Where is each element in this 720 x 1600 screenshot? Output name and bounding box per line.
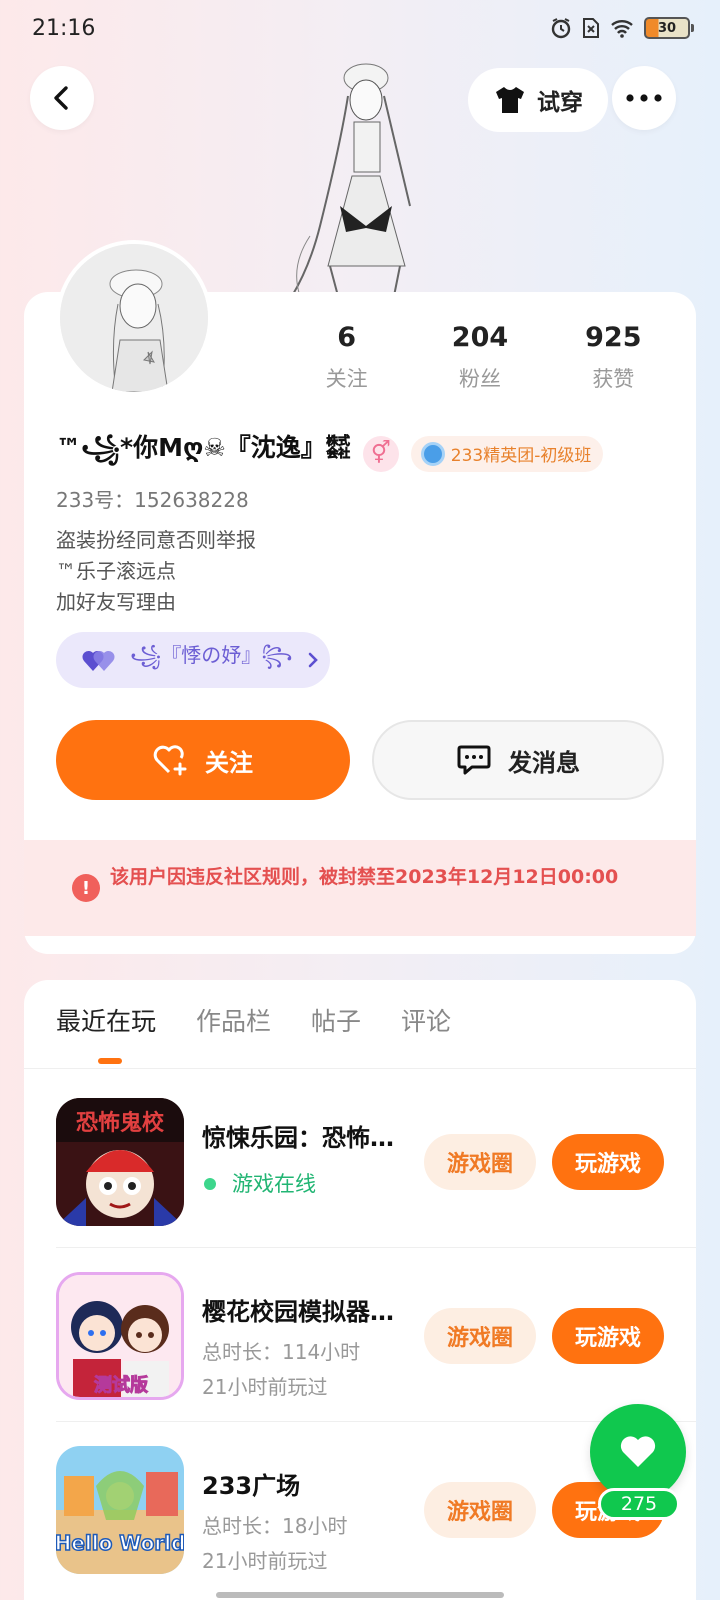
status-time: 21:16 [32, 15, 96, 41]
stat-following[interactable]: 6 关注 [280, 322, 413, 393]
bio-line: 盗装扮经同意否则举报 [56, 528, 256, 552]
game-icon[interactable]: 恐怖鬼校 [56, 1098, 184, 1226]
user-id: 233号：152638228 [56, 488, 249, 512]
send-message-label: 发消息 [508, 748, 580, 777]
stat-label: 关注 [325, 367, 368, 391]
follow-label: 关注 [205, 748, 253, 777]
chevron-left-icon [54, 86, 68, 110]
gender-icon: ⚥ [362, 435, 399, 472]
game-cover-title: Hello World [56, 1531, 184, 1555]
home-indicator[interactable] [216, 1592, 504, 1598]
send-message-button[interactable]: 发消息 [372, 720, 664, 800]
heart-icon [620, 1436, 656, 1467]
nickname: ™꧁*你Mღ☠『沈逸』㍿ [56, 433, 351, 462]
game-row[interactable]: 测试版 樱花校园模拟器测试版 总时长：114小时 21小时前玩过 游戏圈 玩游戏 [56, 1272, 664, 1400]
play-duration: 总时长：18小时 [202, 1514, 348, 1538]
more-button[interactable] [612, 66, 676, 130]
game-name: 惊悚乐园：恐怖鬼校 [202, 1124, 402, 1152]
last-played: 21小时前玩过 [202, 1549, 328, 1573]
bio-line: ™乐子滚远点 [56, 559, 176, 583]
play-game-button[interactable]: 玩游戏 [552, 1134, 664, 1190]
game-cover-horror-school: 恐怖鬼校 [56, 1098, 184, 1226]
nickname-row: ™꧁*你Mღ☠『沈逸』㍿ ⚥ 233精英团-初级班 [56, 428, 604, 479]
try-on-button[interactable]: 试穿 [468, 68, 608, 132]
chat-bubble-icon [457, 745, 491, 775]
online-status: 游戏在线 [232, 1172, 316, 1196]
warning-icon: ! [72, 874, 100, 902]
try-on-label: 试穿 [537, 90, 583, 116]
cp-relation-pill[interactable]: ꧁『悸の妤』꧂ [56, 632, 330, 688]
game-icon[interactable]: Hello World [56, 1446, 184, 1574]
tab-posts[interactable]: 帖子 [311, 1002, 361, 1038]
game-row[interactable]: Hello World 233广场 总时长：18小时 21小时前玩过 游戏圈 玩… [56, 1446, 664, 1574]
game-cover-233-plaza: Hello World [56, 1446, 184, 1574]
last-played: 21小时前玩过 [202, 1375, 328, 1399]
game-row[interactable]: 恐怖鬼校 惊悚乐园：恐怖鬼校 游戏在线 游戏圈 玩游戏 [56, 1098, 664, 1226]
ban-notice-text: 该用户因违反社区规则，被封禁至2023年12月12日00:00 [110, 866, 619, 888]
stat-number: 204 [451, 322, 509, 353]
badge-icon [420, 441, 445, 466]
level-badge-label: 233精英团-初级班 [450, 446, 592, 466]
content-card: 最近在玩 作品栏 帖子 评论 恐怖鬼校 惊悚乐园：恐怖鬼校 游戏在线 游戏圈 玩… [24, 980, 696, 1600]
chevron-right-icon [309, 652, 319, 668]
heart-plus-icon [153, 745, 187, 776]
battery-level: 30 [657, 20, 677, 36]
ban-notice: ! 该用户因违反社区规则，被封禁至2023年12月12日00:00 [24, 840, 696, 936]
status-bar: 21:16 30 [0, 0, 720, 56]
alarm-icon [551, 18, 571, 39]
like-count-badge: 275 [598, 1488, 680, 1520]
no-sim-icon [583, 18, 599, 38]
stat-number: 6 [337, 322, 357, 353]
status-icons: 30 [550, 17, 694, 39]
battery-icon: 30 [644, 17, 694, 39]
tab-comments[interactable]: 评论 [401, 1002, 451, 1038]
game-circle-button[interactable]: 游戏圈 [424, 1134, 536, 1190]
wifi-icon [611, 20, 633, 38]
tshirt-icon [496, 87, 524, 113]
game-name: 233广场 [202, 1472, 301, 1500]
tab-works[interactable]: 作品栏 [196, 1002, 271, 1038]
more-dots-icon [626, 94, 662, 102]
double-heart-icon [82, 650, 115, 671]
level-badge[interactable]: 233精英团-初级班 [410, 435, 604, 472]
stat-followers[interactable]: 204 粉丝 [413, 322, 546, 393]
game-icon[interactable]: 测试版 [56, 1272, 184, 1400]
play-game-button[interactable]: 玩游戏 [552, 1308, 664, 1364]
game-cover-title: 恐怖鬼校 [76, 1110, 165, 1136]
tab-recently-played[interactable]: 最近在玩 [56, 1002, 156, 1064]
stat-label: 粉丝 [458, 367, 501, 391]
bio-line: 加好友写理由 [56, 590, 176, 614]
cp-name: ꧁『悸の妤』꧂ [130, 643, 293, 667]
stat-label: 获赞 [592, 367, 635, 391]
play-duration: 总时长：114小时 [202, 1340, 361, 1364]
avatar-figure-illustration [291, 63, 411, 296]
game-circle-button[interactable]: 游戏圈 [424, 1308, 536, 1364]
avatar[interactable] [56, 240, 212, 396]
stats-row: 6 关注 204 粉丝 925 获赞 [280, 322, 680, 393]
like-fab-button[interactable] [590, 1404, 686, 1500]
stat-likes[interactable]: 925 获赞 [547, 322, 680, 393]
profile-tabs: 最近在玩 作品栏 帖子 评论 [56, 1002, 451, 1064]
stat-number: 925 [585, 322, 642, 353]
back-button[interactable] [30, 66, 94, 130]
divider [24, 1068, 696, 1069]
divider [56, 1247, 696, 1248]
follow-button[interactable]: 关注 [56, 720, 350, 800]
game-cover-sakura-school: 测试版 [59, 1275, 181, 1397]
game-circle-button[interactable]: 游戏圈 [424, 1482, 536, 1538]
online-status-dot [204, 1178, 216, 1190]
avatar-illustration [60, 244, 208, 392]
bio: 盗装扮经同意否则举报 ™乐子滚远点 加好友写理由 [56, 525, 256, 618]
game-name: 樱花校园模拟器测试版 [202, 1298, 402, 1326]
game-cover-title: 测试版 [94, 1374, 148, 1396]
